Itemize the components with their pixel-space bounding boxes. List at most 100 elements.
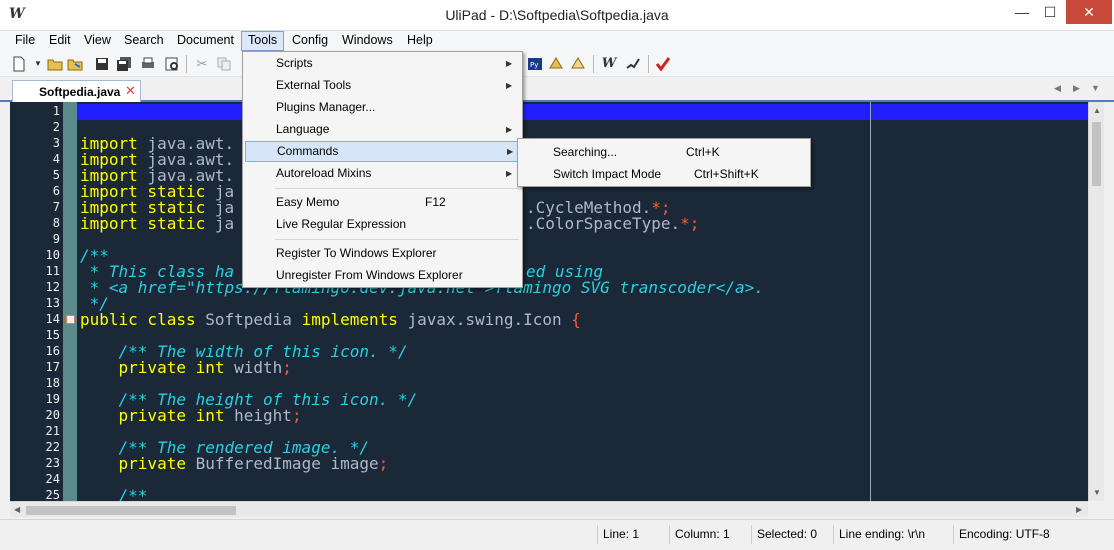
- shortcut-label: Ctrl+Shift+K: [694, 167, 759, 181]
- code-line: private int height;: [80, 406, 302, 425]
- scroll-left-icon[interactable]: ◀: [14, 505, 20, 514]
- title-bar: W UliPad - D:\Softpedia\Softpedia.java —…: [0, 0, 1114, 31]
- current-line-highlight: [77, 104, 1088, 120]
- line-number: 25: [45, 488, 60, 501]
- cut-icon[interactable]: ✂: [194, 56, 210, 72]
- run-script-icon[interactable]: [548, 56, 564, 72]
- new-dropdown-icon[interactable]: ▼: [30, 56, 46, 72]
- open-recent-icon[interactable]: [67, 56, 83, 72]
- line-number: 3: [52, 136, 60, 150]
- menu-bar: File Edit View Search Document Tools Con…: [0, 31, 1114, 51]
- scroll-up-icon[interactable]: ▲: [1093, 106, 1101, 115]
- tab-label: Softpedia.java: [39, 85, 121, 99]
- code-line: /**: [80, 486, 148, 502]
- line-number: 23: [45, 456, 60, 470]
- open-folder-icon[interactable]: [47, 56, 63, 72]
- save-icon[interactable]: [94, 56, 110, 72]
- code-line: private BufferedImage image;: [80, 454, 389, 473]
- tab-next-icon[interactable]: ▶: [1073, 83, 1080, 94]
- close-window-button[interactable]: ✕: [1066, 0, 1112, 24]
- print-preview-icon[interactable]: [164, 56, 180, 72]
- long-line-edge-marker: [870, 102, 871, 501]
- python-shell-icon[interactable]: Py: [527, 56, 543, 72]
- toolbar-separator: [186, 55, 187, 73]
- code-line: import static ja: [80, 214, 235, 233]
- menu-item-register-explorer[interactable]: Register To Windows Explorer: [245, 243, 520, 264]
- line-number: 9: [52, 232, 60, 246]
- menu-view[interactable]: View: [78, 31, 117, 51]
- tab-prev-icon[interactable]: ◀: [1054, 83, 1061, 94]
- menu-item-commands[interactable]: Commands ▶: [245, 141, 520, 162]
- run-with-args-icon[interactable]: [570, 56, 586, 72]
- menu-item-live-regular-expression[interactable]: Live Regular Expression: [245, 214, 520, 235]
- line-number: 2: [52, 120, 60, 134]
- menu-file[interactable]: File: [9, 31, 41, 51]
- line-number: 24: [45, 472, 60, 486]
- svg-text:Py: Py: [530, 61, 538, 69]
- line-number: 4: [52, 152, 60, 166]
- checkmark-icon[interactable]: [655, 56, 671, 72]
- fold-margin[interactable]: [63, 102, 77, 501]
- word-wrap-icon[interactable]: W: [601, 56, 617, 72]
- menu-item-external-tools[interactable]: External Tools ▶: [245, 75, 520, 96]
- menu-item-switch-impact-mode[interactable]: Switch Impact Mode Ctrl+Shift+K: [520, 163, 808, 185]
- menu-item-scripts[interactable]: Scripts ▶: [245, 53, 520, 74]
- status-column: Column: 1: [669, 525, 749, 544]
- menu-item-autoreload-mixins[interactable]: Autoreload Mixins ▶: [245, 163, 520, 184]
- fold-toggle-icon[interactable]: [66, 315, 75, 324]
- vertical-scroll-thumb[interactable]: [1092, 122, 1101, 186]
- menu-tools[interactable]: Tools: [241, 31, 285, 51]
- toolbar: ▼ ✂ Py W: [0, 51, 1114, 77]
- scroll-down-icon[interactable]: ▼: [1093, 488, 1101, 497]
- code-line: private int width;: [80, 358, 292, 377]
- save-all-icon[interactable]: [116, 56, 132, 72]
- scroll-right-icon[interactable]: ▶: [1076, 505, 1082, 514]
- menu-item-plugins-manager[interactable]: Plugins Manager...: [245, 97, 520, 118]
- menu-item-language[interactable]: Language ▶: [245, 119, 520, 140]
- line-number-gutter: 1 2 3 4 5 6 7 8 9 10 11 12 13 14 15 16 1…: [10, 102, 63, 501]
- shortcut-label: F12: [425, 195, 446, 209]
- tools-menu-dropdown: Scripts ▶ External Tools ▶ Plugins Manager…: [242, 51, 523, 288]
- status-line-ending: Line ending: \r\n: [833, 525, 951, 544]
- tab-close-icon[interactable]: ✕: [125, 83, 136, 99]
- menu-windows[interactable]: Windows: [336, 31, 399, 51]
- tab-softpedia-java[interactable]: Softpedia.java ✕: [12, 80, 141, 102]
- line-number: 18: [45, 376, 60, 390]
- maximize-button[interactable]: ☐: [1035, 0, 1065, 24]
- line-number: 16: [45, 344, 60, 358]
- menu-search[interactable]: Search: [118, 31, 170, 51]
- menu-help[interactable]: Help: [401, 31, 439, 51]
- menu-config[interactable]: Config: [286, 31, 334, 51]
- menu-document[interactable]: Document: [171, 31, 240, 51]
- minimize-button[interactable]: —: [1007, 0, 1037, 24]
- line-number: 20: [45, 408, 60, 422]
- horizontal-scroll-thumb[interactable]: [26, 506, 236, 515]
- status-line: Line: 1: [597, 525, 667, 544]
- menu-item-searching[interactable]: Searching... Ctrl+K: [520, 141, 808, 163]
- line-number: 1: [52, 104, 60, 118]
- menu-item-unregister-explorer[interactable]: Unregister From Windows Explorer: [245, 265, 520, 286]
- print-icon[interactable]: [140, 56, 156, 72]
- line-number: 13: [45, 296, 60, 310]
- horizontal-scrollbar[interactable]: ◀ ▶: [10, 501, 1088, 517]
- menu-item-easy-memo[interactable]: Easy Memo F12: [245, 192, 520, 213]
- line-number: 22: [45, 440, 60, 454]
- status-encoding: Encoding: UTF-8: [953, 525, 1103, 544]
- check-syntax-icon[interactable]: [625, 56, 641, 72]
- line-number: 19: [45, 392, 60, 406]
- line-number: 17: [45, 360, 60, 374]
- line-number: 14: [45, 312, 60, 326]
- copy-icon[interactable]: [216, 56, 232, 72]
- shortcut-label: Ctrl+K: [686, 145, 720, 159]
- submenu-arrow-icon: ▶: [507, 147, 514, 156]
- line-number: 12: [45, 280, 60, 294]
- status-selected: Selected: 0: [751, 525, 831, 544]
- submenu-arrow-icon: ▶: [506, 169, 513, 178]
- vertical-scrollbar[interactable]: ▲ ▼: [1088, 102, 1104, 501]
- document-tab-bar: Softpedia.java ✕ ◀ ▶ ▼: [0, 77, 1114, 102]
- menu-edit[interactable]: Edit: [43, 31, 77, 51]
- tab-list-icon[interactable]: ▼: [1091, 83, 1100, 93]
- menu-separator: [275, 239, 519, 240]
- new-file-icon[interactable]: [11, 56, 27, 72]
- submenu-arrow-icon: ▶: [506, 125, 513, 134]
